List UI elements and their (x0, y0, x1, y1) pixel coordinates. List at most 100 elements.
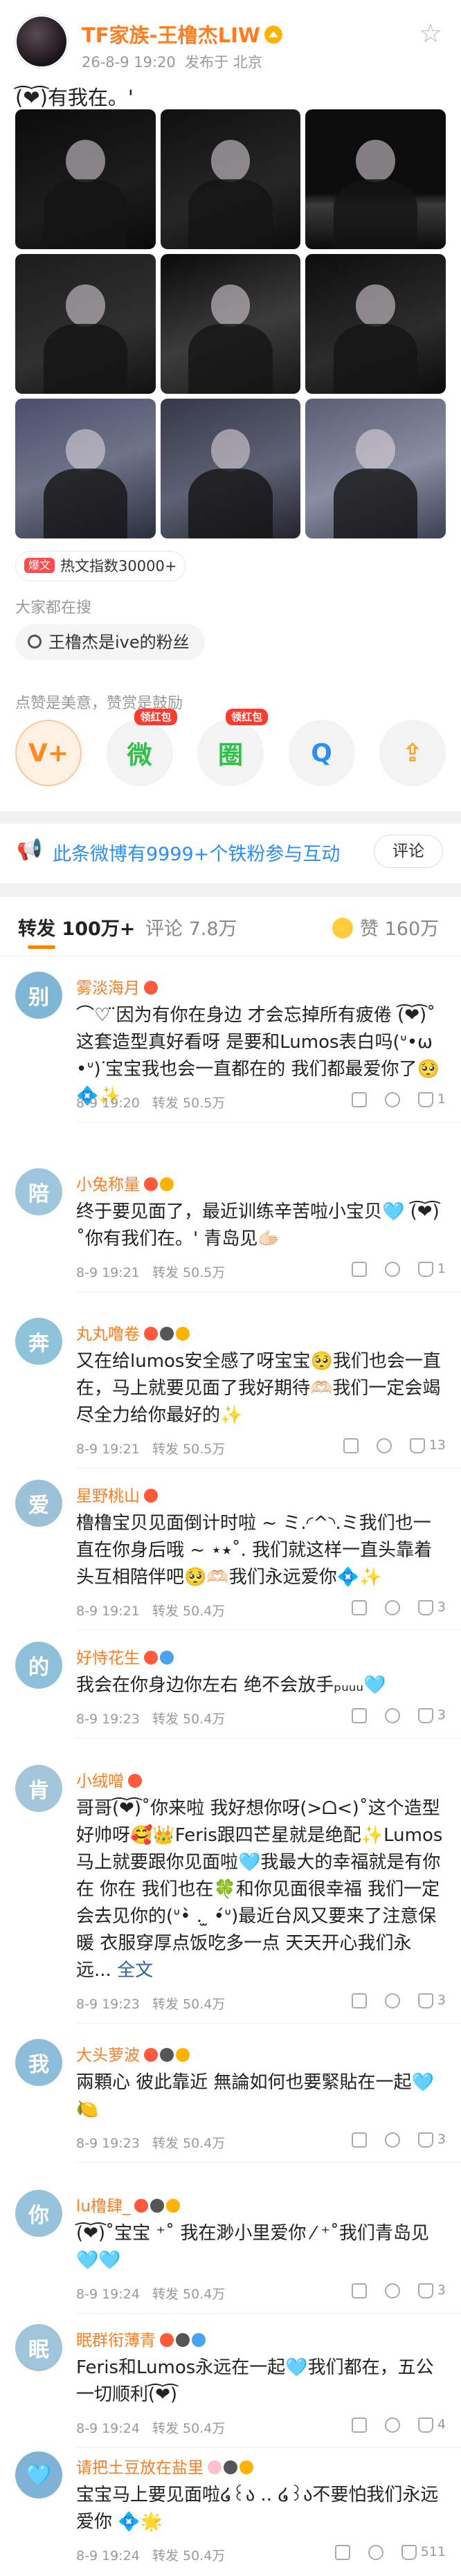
like-button[interactable]: 3 (417, 1993, 446, 2008)
username[interactable]: 雾淡海月 (76, 974, 160, 998)
author-avatar[interactable] (15, 15, 68, 68)
comment-button[interactable]: 评论 (374, 835, 443, 868)
forward-text: 橹橹宝贝见面倒计时啦 ~ ミ.◜^◝.ミ我们也一直在你身后哦 ~ ⋆⭑˚. 我们… (76, 1513, 433, 1588)
like-button[interactable]: 1 (417, 1261, 446, 1277)
username[interactable]: 丸丸噜卷 (76, 1321, 192, 1344)
section-divider (0, 811, 461, 824)
username[interactable]: 星野桃山 (76, 1482, 160, 1506)
user-badge-icon (176, 2332, 190, 2347)
like-button[interactable]: 13 (409, 1437, 446, 1453)
comment-icon[interactable] (376, 1437, 392, 1453)
share-icon[interactable] (351, 1993, 367, 2008)
avatar[interactable]: 的 (15, 1642, 62, 1689)
share-icon[interactable] (351, 1091, 367, 1107)
share-icon[interactable] (351, 1599, 367, 1615)
photo-6[interactable] (305, 254, 446, 394)
photo-9[interactable] (305, 399, 446, 538)
forward-meta: 8-9 19:20 转发 50.5万 (76, 1096, 226, 1111)
favorite-star-icon[interactable]: ☆ (417, 19, 444, 47)
red-packet-badge: 领红包 (134, 709, 177, 725)
photo-8[interactable] (160, 399, 301, 538)
forward-actions: 3 (334, 1707, 446, 1723)
comment-icon[interactable] (384, 1993, 400, 2008)
user-badge-icon (144, 1177, 158, 1191)
user-badge-icon (160, 1650, 174, 1665)
user-badge-icon (134, 2198, 149, 2213)
tab-like[interactable]: 赞 160万 (332, 914, 439, 941)
author-name[interactable]: TF家族-王橹杰LIW (82, 19, 282, 48)
user-badge-icon (239, 2460, 253, 2474)
username[interactable]: lu橹肆_ (76, 2193, 182, 2216)
full-text-link[interactable]: 全文 (117, 1960, 153, 1981)
vplus-icon[interactable]: V+ (15, 720, 82, 786)
divider (76, 1738, 461, 1739)
comment-icon[interactable] (384, 1091, 400, 1107)
avatar[interactable]: 你 (15, 2190, 62, 2237)
comment-icon[interactable] (384, 2417, 400, 2433)
red-packet-badge: 领红包 (225, 709, 268, 725)
username[interactable]: 请把土豆放在盐里 (76, 2454, 255, 2478)
avatar[interactable]: 肯 (15, 1765, 62, 1812)
share-icon[interactable] (351, 1707, 367, 1723)
photo-7[interactable] (15, 399, 156, 538)
username[interactable]: 大头萝波 (76, 2042, 192, 2065)
share-icon[interactable] (351, 2417, 367, 2433)
hot-index-badge[interactable]: 爆文 热文指数30000+ (15, 551, 186, 581)
forward-meta: 8-9 19:24 转发 50.4万 (76, 2287, 226, 2302)
comment-icon[interactable] (384, 1261, 400, 1277)
tab-forward[interactable]: 转发 100万+ (18, 914, 135, 941)
forward-text: 终于要见面了，最近训练辛苦啦小宝贝🩵 (͡❤︎͡)˚你有我们在。' 青岛见🫱🏻 (76, 1201, 440, 1249)
post-meta: 26-8-9 19:20 发布于 北京 (82, 54, 262, 71)
avatar[interactable]: 🩵 (15, 2451, 62, 2498)
search-suggestion[interactable]: 王橹杰是ive的粉丝 (15, 624, 205, 660)
like-button[interactable]: 3 (417, 1707, 446, 1723)
moments-icon[interactable]: 圈领红包 (197, 709, 268, 786)
avatar[interactable]: 别 (15, 972, 62, 1019)
tab-active-indicator (28, 945, 55, 949)
divider (76, 2162, 461, 2163)
like-button[interactable]: 1 (417, 1091, 446, 1107)
share-icon[interactable] (334, 2544, 350, 2560)
comment-icon[interactable] (384, 1707, 400, 1723)
avatar[interactable]: 奔 (15, 1318, 62, 1365)
divider (76, 1122, 461, 1123)
forward-text: 兩顆心 彼此靠近 無論如何也要緊貼在一起🩵🍋 (76, 2072, 434, 2120)
username[interactable]: 眠群衔薄青 (76, 2327, 208, 2350)
photo-5[interactable] (160, 254, 301, 394)
qq-icon[interactable]: Q (288, 720, 355, 786)
share-icon[interactable] (351, 2283, 367, 2298)
search-icon (28, 635, 42, 648)
user-badge-icon (176, 1326, 190, 1341)
share-icon[interactable] (343, 1437, 359, 1453)
avatar[interactable]: 我 (15, 2039, 62, 2086)
comment-icon[interactable] (368, 2544, 383, 2560)
photo-1[interactable] (15, 109, 156, 249)
share-icon[interactable] (351, 1261, 367, 1277)
share-icon[interactable] (351, 2132, 367, 2148)
username[interactable]: 好恃花生 (76, 1644, 176, 1668)
comment-icon[interactable] (384, 1599, 400, 1615)
comment-icon[interactable] (384, 2283, 400, 2298)
user-badge-icon (160, 1177, 174, 1191)
like-button[interactable]: 511 (401, 2544, 446, 2560)
user-badge-icon (160, 2332, 174, 2347)
like-button[interactable]: 3 (417, 1599, 446, 1615)
forward-actions: 13 (325, 1437, 446, 1453)
tab-comment[interactable]: 评论 7.8万 (145, 914, 237, 941)
comment-icon[interactable] (384, 2132, 400, 2148)
forward-meta: 8-9 19:21 转发 50.5万 (76, 1442, 226, 1457)
save-icon[interactable]: ⇪ (379, 720, 446, 786)
divider (76, 2313, 461, 2314)
like-button[interactable]: 3 (417, 2283, 446, 2298)
wechat-icon[interactable]: 微领红包 (106, 709, 177, 786)
like-button[interactable]: 3 (417, 2132, 446, 2148)
like-button[interactable]: 4 (417, 2417, 446, 2433)
username[interactable]: 小兔称量 (76, 1171, 176, 1195)
avatar[interactable]: 眠 (15, 2324, 62, 2371)
photo-3[interactable] (305, 109, 446, 249)
photo-2[interactable] (160, 109, 301, 249)
username[interactable]: 小绒噌 (76, 1768, 144, 1791)
avatar[interactable]: 陪 (15, 1168, 62, 1215)
avatar[interactable]: 爱 (15, 1480, 62, 1527)
photo-4[interactable] (15, 254, 156, 394)
